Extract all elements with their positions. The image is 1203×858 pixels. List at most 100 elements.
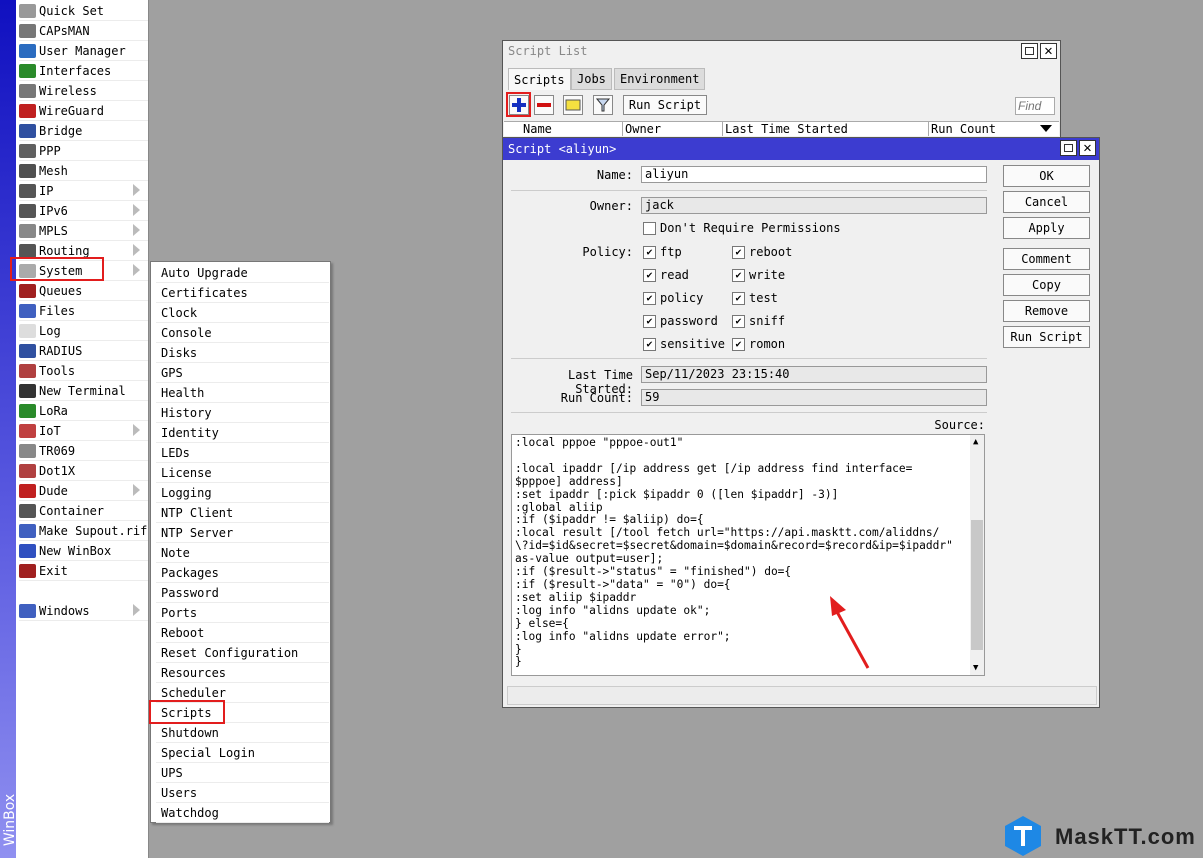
submenu-item-ports[interactable]: Ports xyxy=(156,603,329,623)
comment-button[interactable] xyxy=(563,95,583,115)
submenu-item-scheduler[interactable]: Scheduler xyxy=(156,683,329,703)
sidebar-item-new-terminal[interactable]: New Terminal xyxy=(19,381,148,401)
submenu-item-ntp-client[interactable]: NTP Client xyxy=(156,503,329,523)
policy-sensitive-checkbox[interactable]: ✔ xyxy=(643,338,656,351)
sidebar-item-capsman[interactable]: CAPsMAN xyxy=(19,21,148,41)
policy-ftp-checkbox[interactable]: ✔ xyxy=(643,246,656,259)
tab-jobs[interactable]: Jobs xyxy=(571,68,612,90)
sidebar-item-ppp[interactable]: PPP xyxy=(19,141,148,161)
sidebar-item-dot1x[interactable]: Dot1X xyxy=(19,461,148,481)
sidebar-item-bridge[interactable]: Bridge xyxy=(19,121,148,141)
scroll-thumb[interactable] xyxy=(971,520,983,650)
editor-maximize-button[interactable] xyxy=(1060,140,1077,156)
sidebar-item-files[interactable]: Files xyxy=(19,301,148,321)
policy-test-checkbox[interactable]: ✔ xyxy=(732,292,745,305)
submenu-item-resources[interactable]: Resources xyxy=(156,663,329,683)
submenu-item-gps[interactable]: GPS xyxy=(156,363,329,383)
submenu-item-users[interactable]: Users xyxy=(156,783,329,803)
find-input[interactable] xyxy=(1015,97,1055,115)
sidebar-item-mpls[interactable]: MPLS xyxy=(19,221,148,241)
close-button[interactable]: ✕ xyxy=(1040,43,1057,59)
remove-button[interactable] xyxy=(534,95,554,115)
sidebar-item-wireguard[interactable]: WireGuard xyxy=(19,101,148,121)
sidebar-item-routing[interactable]: Routing xyxy=(19,241,148,261)
submenu-item-health[interactable]: Health xyxy=(156,383,329,403)
submenu-item-console[interactable]: Console xyxy=(156,323,329,343)
remove-button[interactable]: Remove xyxy=(1003,300,1090,322)
last-started-field[interactable]: Sep/11/2023 23:15:40 xyxy=(641,366,987,383)
submenu-item-leds[interactable]: LEDs xyxy=(156,443,329,463)
submenu-item-shutdown[interactable]: Shutdown xyxy=(156,723,329,743)
submenu-item-watchdog[interactable]: Watchdog xyxy=(156,803,329,823)
sidebar-item-ip[interactable]: IP xyxy=(19,181,148,201)
run-script-list-button[interactable]: Run Script xyxy=(623,95,707,115)
source-scrollbar[interactable]: ▲ ▼ xyxy=(970,435,984,675)
source-text[interactable]: :local pppoe "pppoe-out1" :local ipaddr … xyxy=(512,435,970,673)
submenu-item-scripts[interactable]: Scripts xyxy=(156,703,329,723)
add-button[interactable] xyxy=(509,95,529,115)
submenu-item-identity[interactable]: Identity xyxy=(156,423,329,443)
sidebar-item-windows[interactable]: Windows xyxy=(19,601,148,621)
sidebar-item-iot[interactable]: IoT xyxy=(19,421,148,441)
sidebar-item-lora[interactable]: LoRa xyxy=(19,401,148,421)
sidebar-item-dude[interactable]: Dude xyxy=(19,481,148,501)
sidebar-item-log[interactable]: Log xyxy=(19,321,148,341)
submenu-item-ntp-server[interactable]: NTP Server xyxy=(156,523,329,543)
owner-field[interactable]: jack xyxy=(641,197,987,214)
submenu-item-license[interactable]: License xyxy=(156,463,329,483)
run-count-field[interactable]: 59 xyxy=(641,389,987,406)
submenu-item-logging[interactable]: Logging xyxy=(156,483,329,503)
dont-require-checkbox[interactable] xyxy=(643,222,656,235)
sidebar-item-interfaces[interactable]: Interfaces xyxy=(19,61,148,81)
column-run-count[interactable]: Run Count xyxy=(928,122,996,136)
sidebar-item-radius[interactable]: RADIUS xyxy=(19,341,148,361)
policy-reboot-checkbox[interactable]: ✔ xyxy=(732,246,745,259)
name-field[interactable]: aliyun xyxy=(641,166,987,183)
sidebar-item-wireless[interactable]: Wireless xyxy=(19,81,148,101)
scroll-down-icon[interactable]: ▼ xyxy=(973,663,978,673)
submenu-item-packages[interactable]: Packages xyxy=(156,563,329,583)
policy-password-checkbox[interactable]: ✔ xyxy=(643,315,656,328)
cancel-button[interactable]: Cancel xyxy=(1003,191,1090,213)
sidebar-item-system[interactable]: System xyxy=(19,261,148,281)
comment-button[interactable]: Comment xyxy=(1003,248,1090,270)
submenu-item-disks[interactable]: Disks xyxy=(156,343,329,363)
submenu-item-special-login[interactable]: Special Login xyxy=(156,743,329,763)
submenu-item-auto-upgrade[interactable]: Auto Upgrade xyxy=(156,263,329,283)
submenu-item-note[interactable]: Note xyxy=(156,543,329,563)
policy-write-checkbox[interactable]: ✔ xyxy=(732,269,745,282)
tab-scripts[interactable]: Scripts xyxy=(508,68,571,90)
run-script-button[interactable]: Run Script xyxy=(1003,326,1090,348)
submenu-item-reset-configuration[interactable]: Reset Configuration xyxy=(156,643,329,663)
submenu-item-history[interactable]: History xyxy=(156,403,329,423)
submenu-item-certificates[interactable]: Certificates xyxy=(156,283,329,303)
sidebar-item-queues[interactable]: Queues xyxy=(19,281,148,301)
sidebar-item-exit[interactable]: Exit xyxy=(19,561,148,581)
sidebar-item-container[interactable]: Container xyxy=(19,501,148,521)
sidebar-item-tools[interactable]: Tools xyxy=(19,361,148,381)
submenu-item-password[interactable]: Password xyxy=(156,583,329,603)
source-editor[interactable]: :local pppoe "pppoe-out1" :local ipaddr … xyxy=(511,434,985,676)
tab-environment[interactable]: Environment xyxy=(614,68,706,90)
ok-button[interactable]: OK xyxy=(1003,165,1090,187)
column-owner[interactable]: Owner xyxy=(622,122,661,136)
column-name[interactable]: Name xyxy=(523,122,552,136)
copy-button[interactable]: Copy xyxy=(1003,274,1090,296)
policy-romon-checkbox[interactable]: ✔ xyxy=(732,338,745,351)
policy-read-checkbox[interactable]: ✔ xyxy=(643,269,656,282)
filter-button[interactable] xyxy=(593,95,613,115)
scroll-up-icon[interactable]: ▲ xyxy=(973,437,978,447)
sidebar-item-tr069[interactable]: TR069 xyxy=(19,441,148,461)
sidebar-item-new-winbox[interactable]: New WinBox xyxy=(19,541,148,561)
editor-close-button[interactable]: ✕ xyxy=(1079,140,1096,156)
sidebar-item-user-manager[interactable]: User Manager xyxy=(19,41,148,61)
sidebar-item-quick-set[interactable]: Quick Set xyxy=(19,1,148,21)
column-last-started[interactable]: Last Time Started xyxy=(722,122,848,136)
submenu-item-clock[interactable]: Clock xyxy=(156,303,329,323)
maximize-button[interactable] xyxy=(1021,43,1038,59)
submenu-item-ups[interactable]: UPS xyxy=(156,763,329,783)
submenu-item-reboot[interactable]: Reboot xyxy=(156,623,329,643)
sidebar-item-make-supout-rif[interactable]: Make Supout.rif xyxy=(19,521,148,541)
column-chooser-icon[interactable] xyxy=(1040,125,1052,132)
sidebar-item-mesh[interactable]: Mesh xyxy=(19,161,148,181)
